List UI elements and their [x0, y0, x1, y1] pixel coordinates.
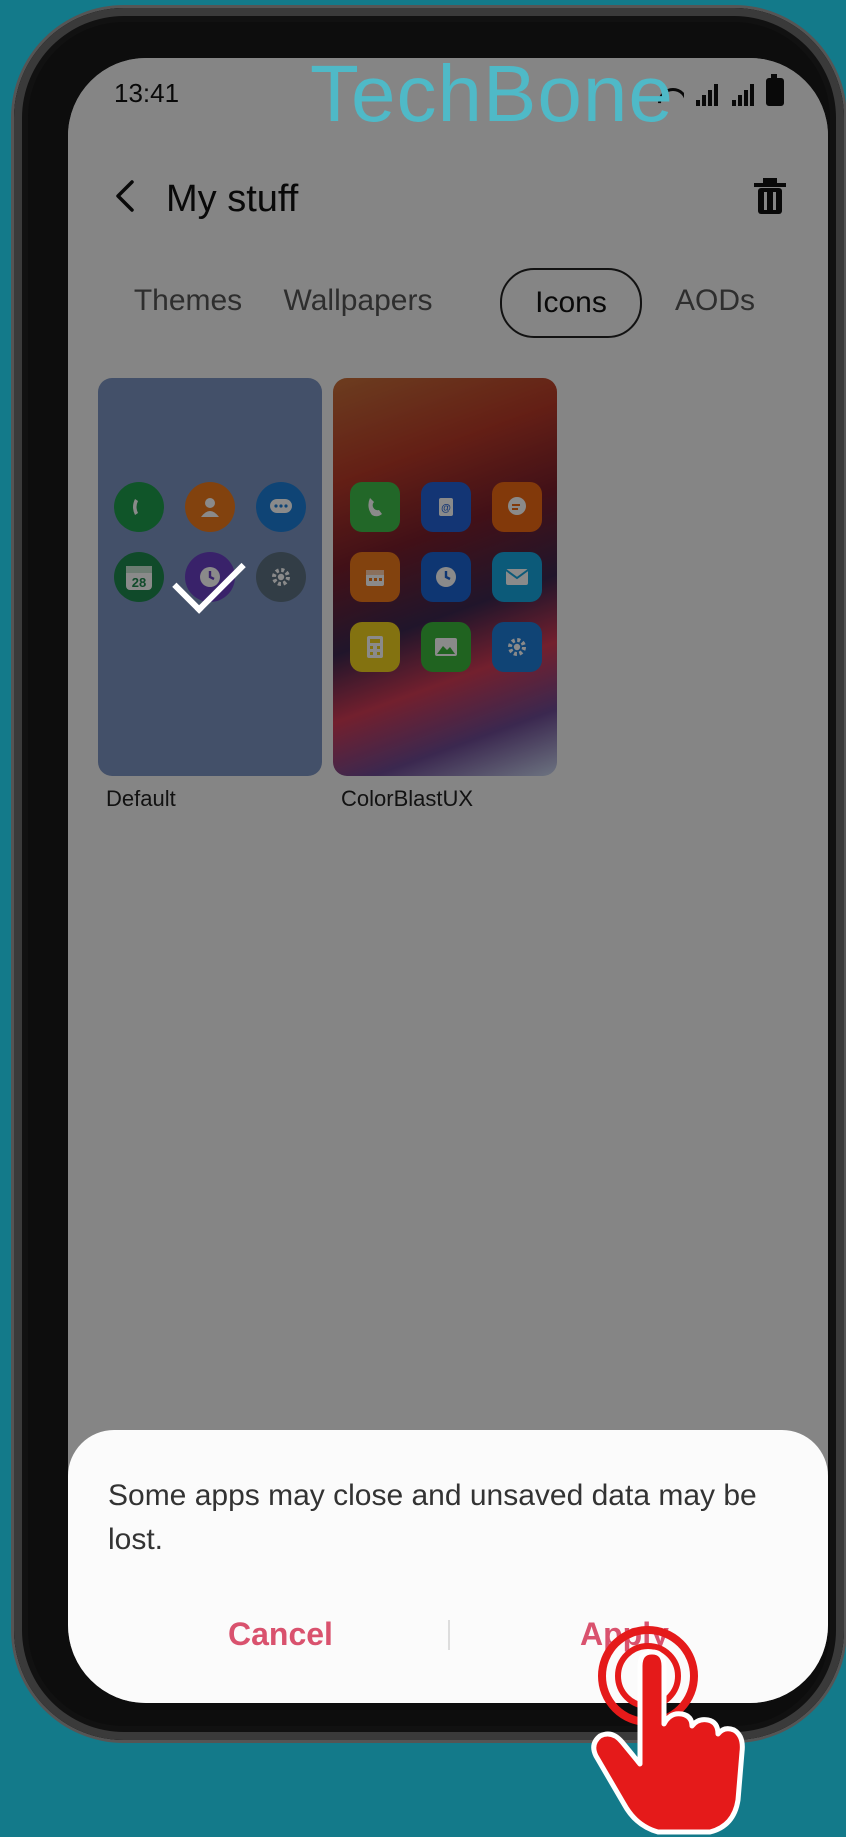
dialog-message: Some apps may close and unsaved data may… — [108, 1479, 757, 1556]
phone-screen: 13:41 My stuff Themes Wallpapers Icons A… — [68, 58, 828, 1703]
watermark: TechBone — [310, 49, 674, 138]
cancel-button[interactable]: Cancel — [228, 1616, 333, 1653]
phone-frame: 13:41 My stuff Themes Wallpapers Icons A… — [14, 8, 844, 1740]
tap-hand-icon — [591, 1626, 745, 1835]
dialog-divider — [448, 1620, 450, 1650]
